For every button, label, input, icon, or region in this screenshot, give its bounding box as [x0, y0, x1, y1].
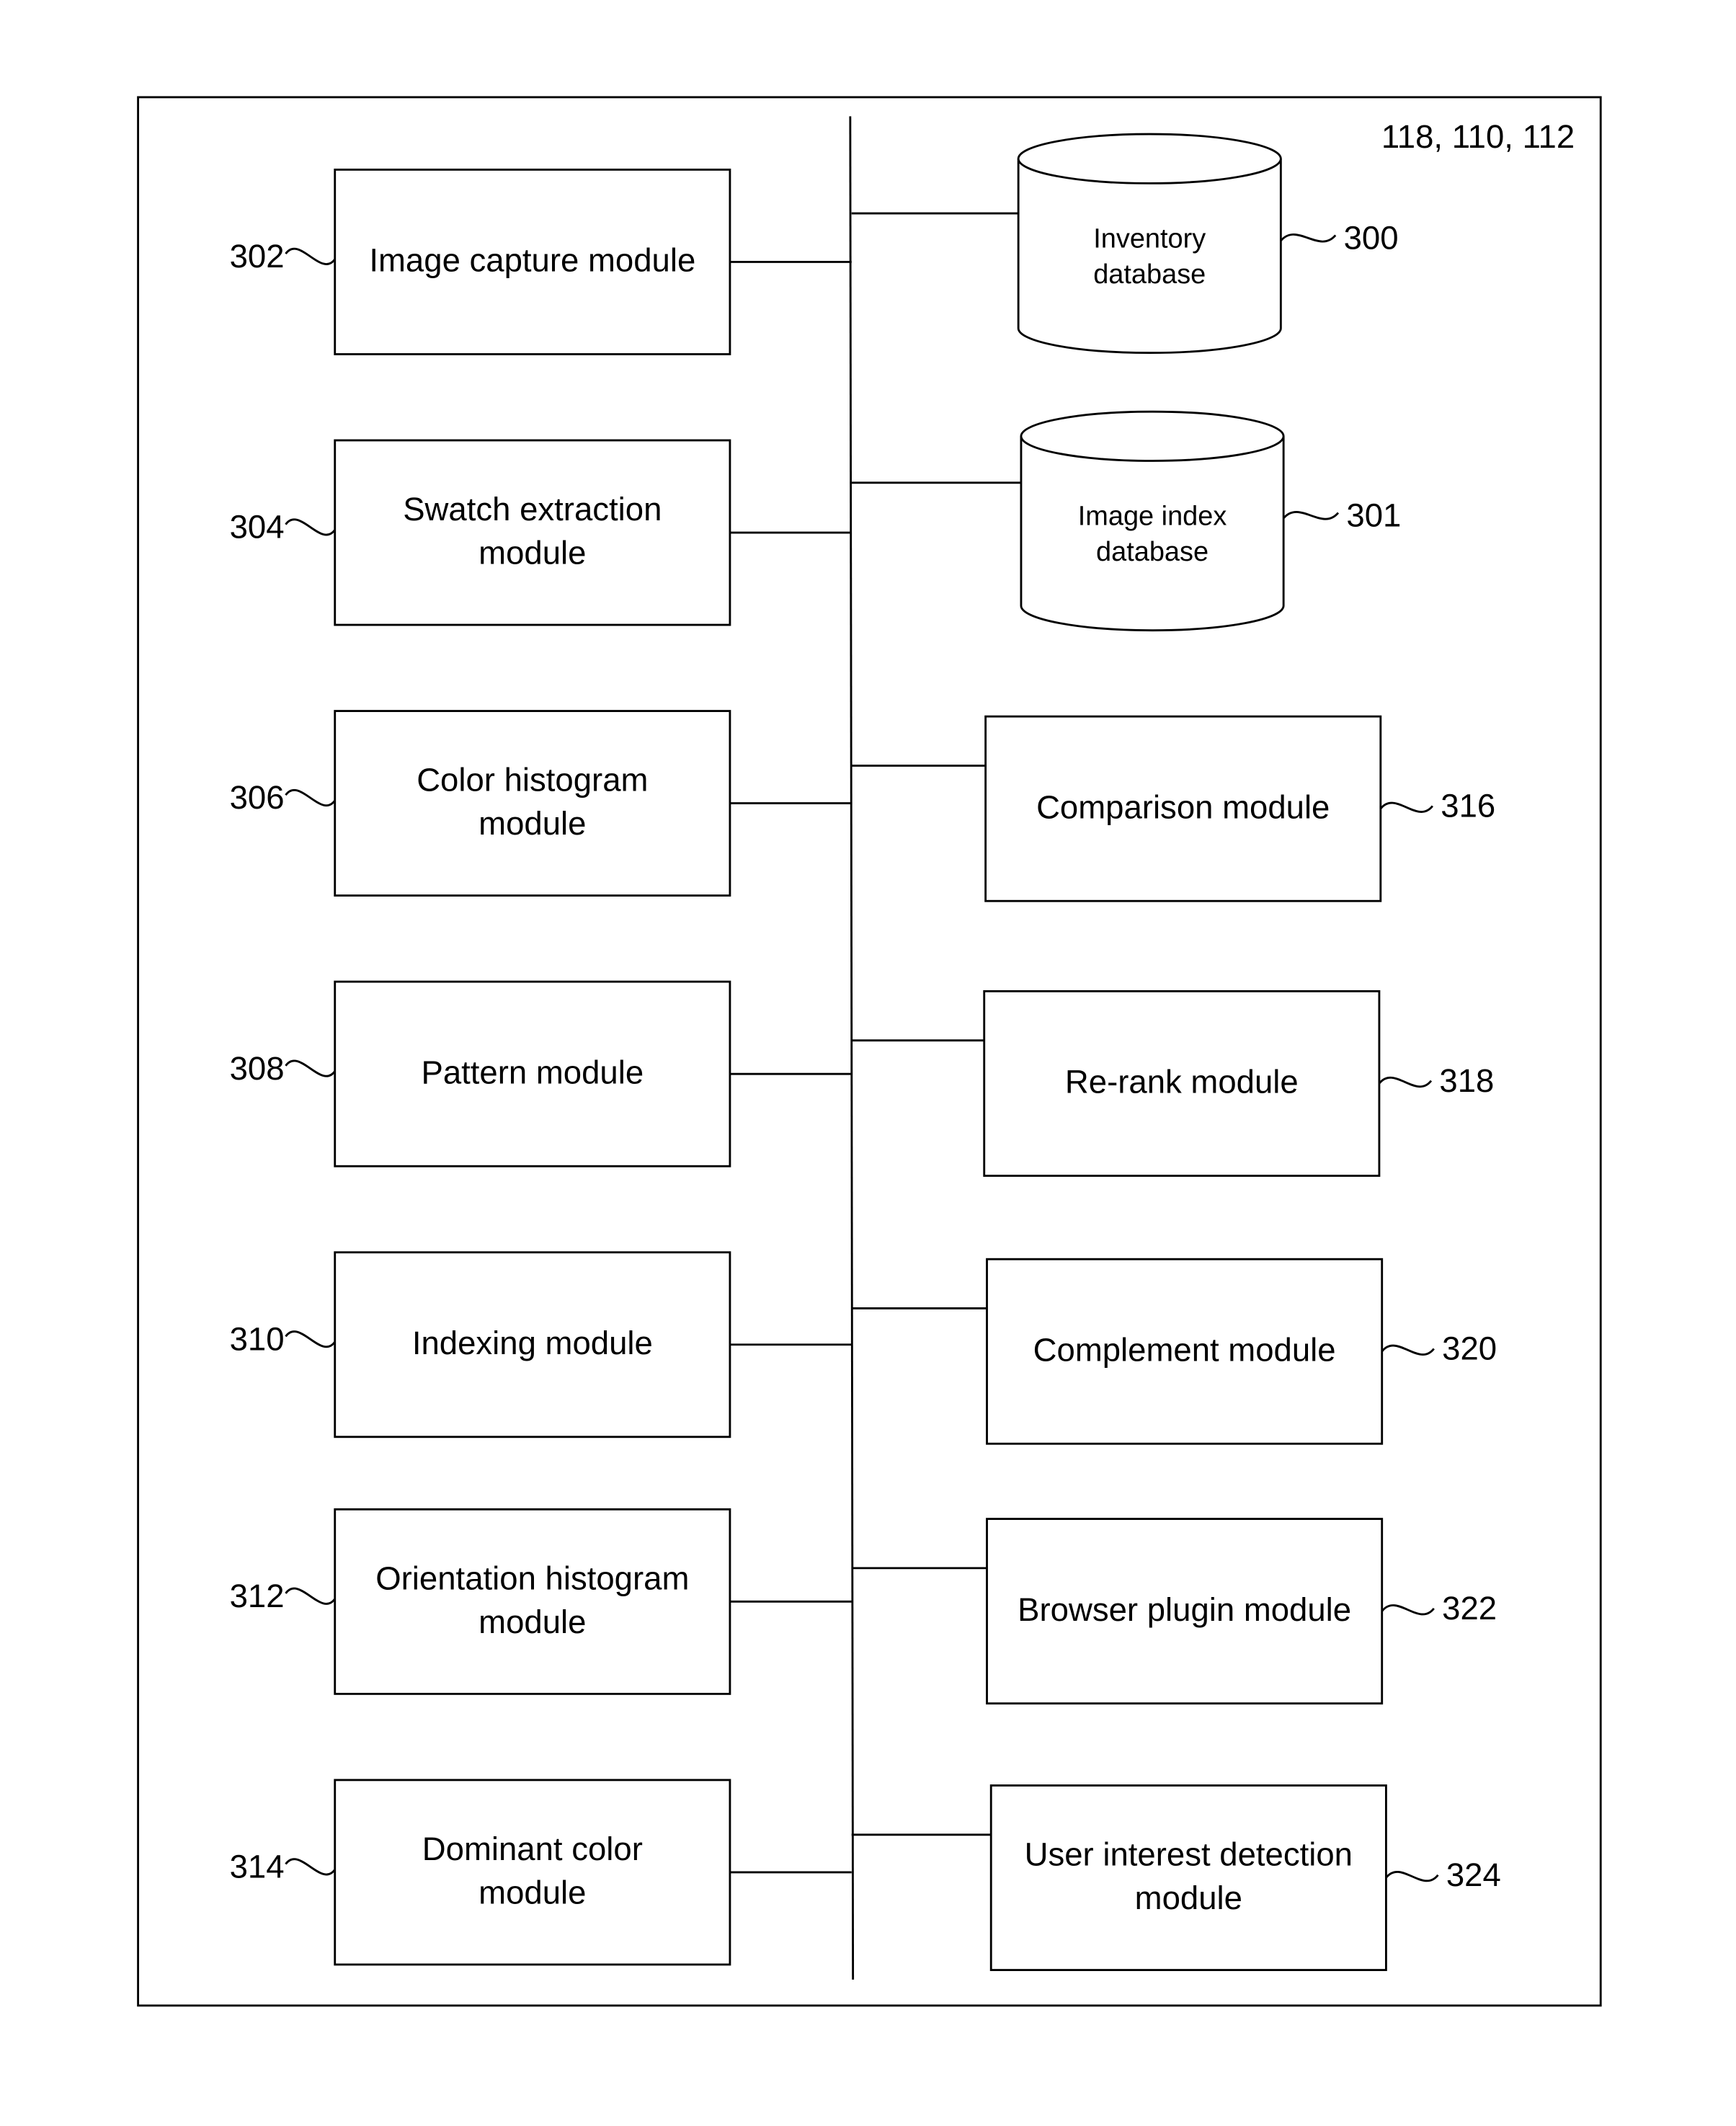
leader-line: [285, 1587, 336, 1605]
module-box: [334, 439, 731, 626]
database-cylinder-body: [1020, 436, 1285, 632]
module-316: Comparison module 316: [851, 715, 1495, 902]
database-label: Inventory: [1093, 224, 1206, 254]
module-312: Orientation histogram module 312: [230, 1508, 852, 1695]
module-label: Pattern module: [421, 1054, 644, 1090]
database-label: database: [1096, 537, 1208, 567]
leader-line: [1379, 801, 1434, 813]
reference-numeral: 308: [230, 1050, 285, 1087]
module-label: Complement module: [1033, 1332, 1336, 1369]
module-label: module: [478, 805, 586, 842]
module-label: module: [478, 1874, 586, 1911]
reference-numeral: 316: [1441, 788, 1495, 824]
module-label: Comparison module: [1036, 788, 1330, 825]
module-label: module: [1135, 1880, 1242, 1916]
module-322: Browser plugin module 322: [851, 1518, 1497, 1705]
reference-numeral: 324: [1446, 1856, 1501, 1893]
reference-numeral: 312: [230, 1578, 285, 1614]
leader-line: [285, 247, 336, 265]
reference-numeral: 310: [230, 1320, 285, 1357]
leader-line: [285, 518, 336, 536]
module-314: Dominant color module 314: [230, 1779, 852, 1966]
module-306: Color histogram module 306: [230, 710, 852, 897]
bus-line: [849, 116, 855, 1980]
module-label: Color histogram: [417, 762, 648, 799]
leader-line: [285, 1858, 336, 1876]
module-324: User interest detection module 324: [851, 1784, 1501, 1971]
leader-line: [285, 1059, 336, 1077]
database-label: database: [1093, 259, 1206, 290]
module-label: module: [478, 535, 586, 571]
leader-line: [285, 788, 336, 807]
database-cylinder-top: [1020, 410, 1285, 462]
leader-line: [1378, 1076, 1433, 1088]
reference-numeral: 318: [1439, 1062, 1494, 1099]
module-label: Swatch extraction: [403, 491, 662, 528]
leader-line: [1280, 233, 1337, 243]
module-318: Re-rank module 318: [851, 989, 1494, 1177]
module-label: module: [478, 1604, 586, 1640]
module-label: Orientation histogram: [375, 1560, 689, 1596]
reference-numeral: 301: [1346, 497, 1401, 533]
reference-numeral: 302: [230, 238, 285, 275]
system-ref-label: 118, 110, 112: [1381, 118, 1575, 155]
block-diagram: 118, 110, 112 Image capture module 302 Swa…: [137, 96, 1602, 2007]
reference-numeral: 306: [230, 779, 285, 816]
database-cylinder-top: [1017, 133, 1282, 184]
database-300: Inventory database 300: [851, 133, 1399, 354]
leader-line: [285, 1330, 336, 1348]
leader-line: [1385, 1871, 1439, 1882]
module-302: Image capture module 302: [230, 168, 852, 355]
module-box: [334, 1508, 731, 1695]
module-308: Pattern module 308: [230, 980, 852, 1167]
module-label: User interest detection: [1025, 1836, 1353, 1872]
module-box: [334, 1779, 731, 1966]
leader-line: [1381, 1344, 1435, 1356]
module-label: Image capture module: [369, 242, 695, 279]
database-label: Image index: [1078, 502, 1227, 532]
reference-numeral: 300: [1344, 219, 1399, 256]
module-320: Complement module 320: [851, 1258, 1497, 1445]
reference-numeral: 322: [1442, 1590, 1497, 1627]
reference-numeral: 304: [230, 509, 285, 546]
module-label: Dominant color: [422, 1831, 643, 1867]
module-label: Browser plugin module: [1018, 1591, 1351, 1628]
database-301: Image index database 301: [851, 410, 1401, 632]
leader-line: [1283, 511, 1340, 520]
module-310: Indexing module 310: [230, 1251, 852, 1438]
module-box: [989, 1784, 1387, 1971]
leader-line: [1381, 1604, 1435, 1616]
module-304: Swatch extraction module 304: [230, 439, 852, 626]
reference-numeral: 314: [230, 1849, 285, 1885]
database-cylinder-body: [1017, 159, 1282, 354]
module-label: Indexing module: [412, 1325, 653, 1361]
module-box: [334, 710, 731, 897]
reference-numeral: 320: [1442, 1330, 1497, 1367]
module-label: Re-rank module: [1065, 1064, 1299, 1100]
